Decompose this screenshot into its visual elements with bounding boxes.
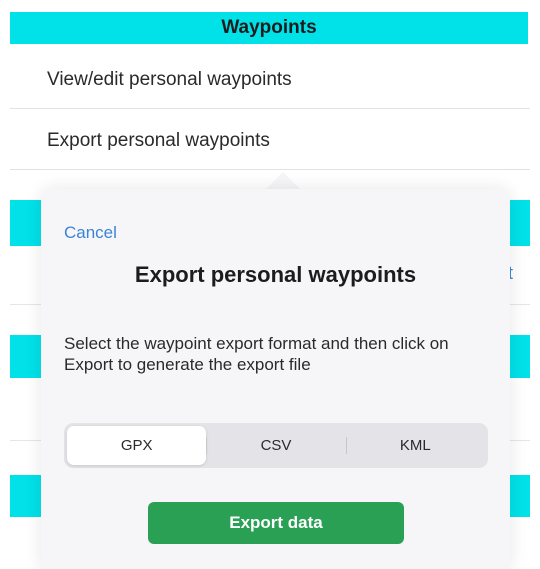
export-data-button[interactable]: Export data [148,502,404,544]
list-item-label: Export personal waypoints [47,130,270,151]
section-header: Waypoints [10,12,528,44]
app-screen: Waypoints View/edit personal waypoints E… [0,0,540,569]
section-header-title: Waypoints [221,17,317,38]
list-item-label: View/edit personal waypoints [47,68,292,90]
popover-title: Export personal waypoints [134,262,417,287]
format-option-csv[interactable]: CSV [206,426,345,465]
popover-arrow [265,172,301,190]
list-item-export-waypoints[interactable]: Export personal waypoints [10,113,530,170]
format-option-kml[interactable]: KML [345,426,485,465]
format-option-gpx[interactable]: GPX [67,426,207,465]
format-segmented-control: GPX CSV KML [64,423,488,468]
popover-description: Select the waypoint export format and th… [64,334,449,374]
cancel-button[interactable]: Cancel [64,223,117,243]
list-item-view-edit-waypoints[interactable]: View/edit personal waypoints [10,51,530,109]
